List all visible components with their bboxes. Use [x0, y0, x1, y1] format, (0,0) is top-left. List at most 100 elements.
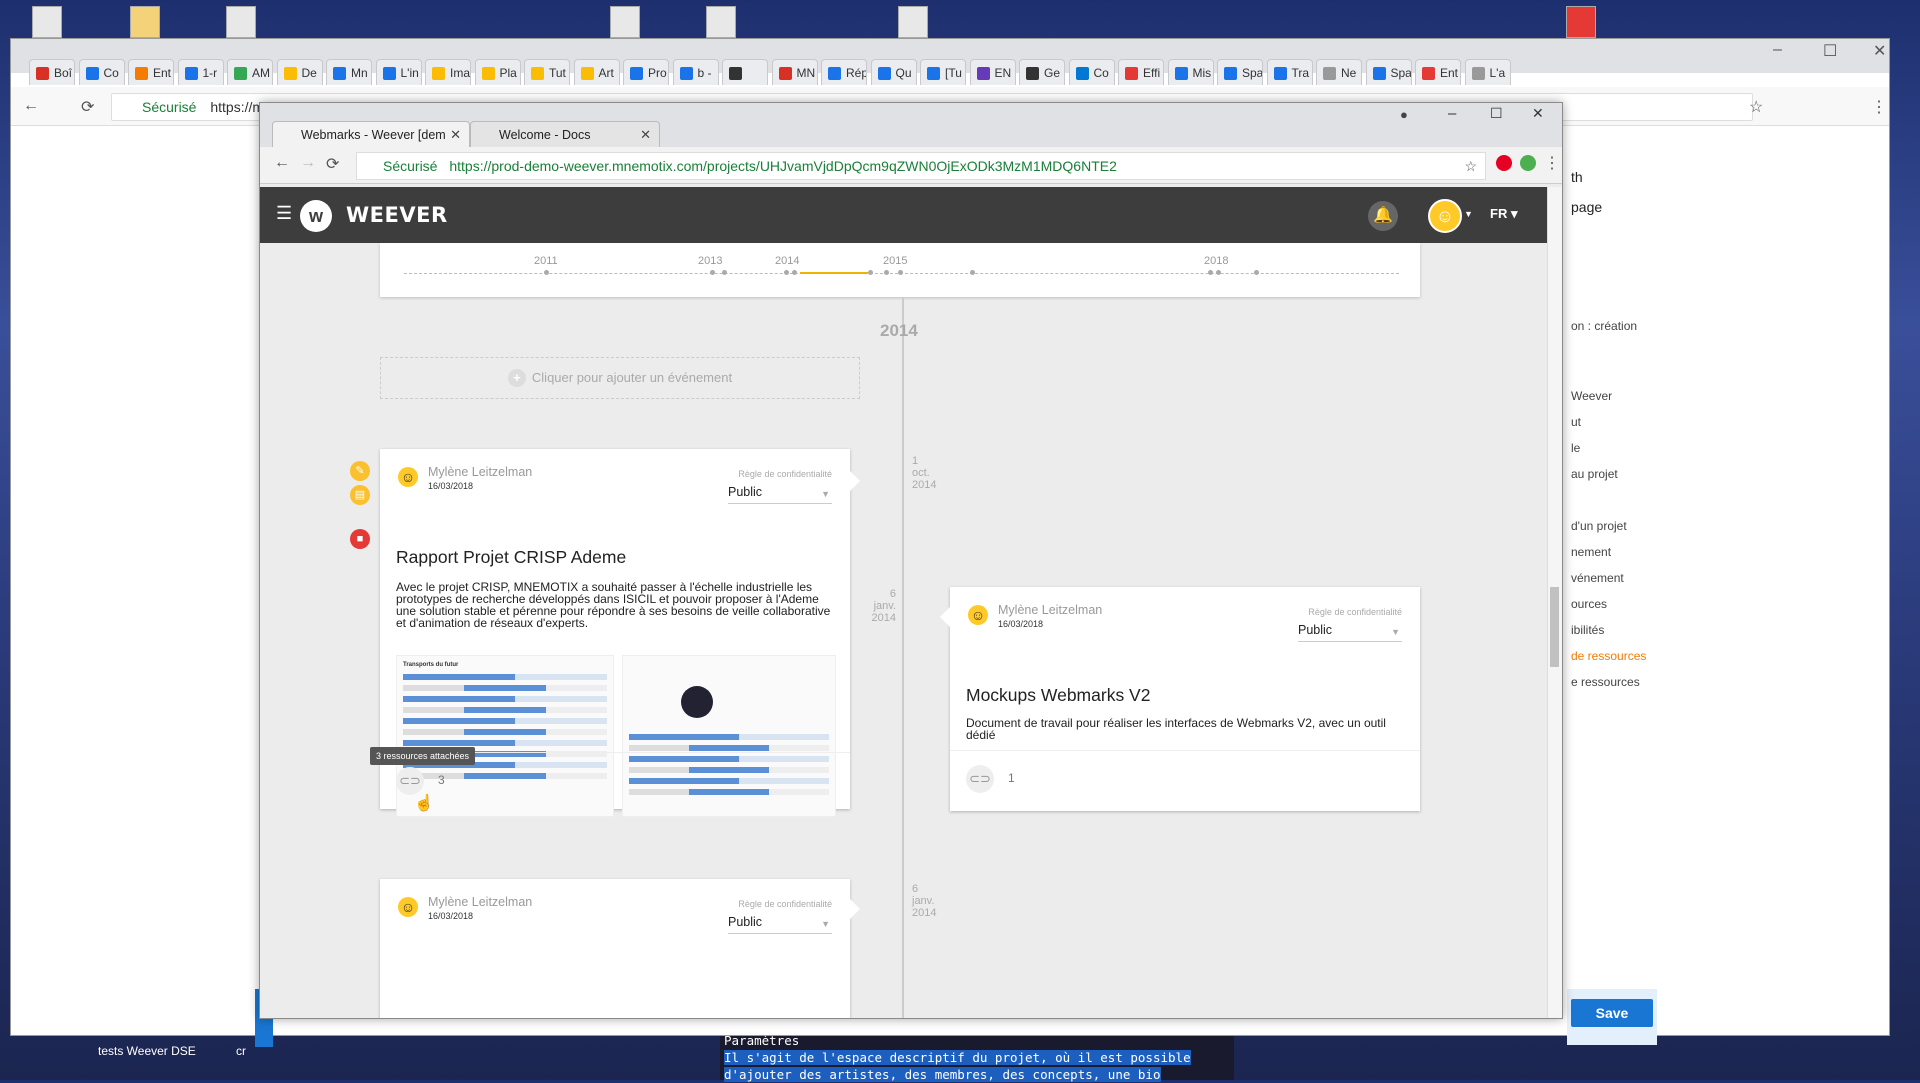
close-tab-icon[interactable]: ✕ — [640, 127, 651, 143]
privacy-select[interactable]: Public ▼ — [728, 485, 832, 504]
document-icon[interactable]: ▤ — [350, 485, 370, 505]
edit-icon[interactable]: ✎ — [350, 461, 370, 481]
right-panel-item[interactable]: nement — [1571, 545, 1611, 559]
reload-icon[interactable]: ⟳ — [326, 154, 339, 174]
user-avatar[interactable]: ☺ — [1428, 199, 1462, 233]
outer-tab[interactable] — [722, 59, 768, 85]
document-icon[interactable] — [226, 6, 256, 38]
timeline-point[interactable] — [868, 270, 873, 275]
privacy-select[interactable]: Public ▼ — [728, 915, 832, 934]
star-icon[interactable]: ☆ — [1464, 153, 1477, 179]
right-panel-item[interactable]: ources — [1571, 597, 1607, 611]
outer-tab[interactable]: Pla — [474, 59, 521, 85]
timeline-point[interactable] — [1254, 270, 1259, 275]
outer-tab[interactable]: Co — [78, 59, 125, 85]
timeline-point[interactable] — [784, 270, 789, 275]
taskbar-label[interactable]: tests Weever DSE — [98, 1044, 196, 1058]
document-icon[interactable] — [610, 6, 640, 38]
outer-tab[interactable]: Boî — [29, 59, 75, 85]
account-icon[interactable]: ● — [1400, 107, 1408, 122]
taskbar-label[interactable]: cr — [236, 1044, 246, 1058]
star-icon[interactable]: ☆ — [1749, 97, 1763, 117]
close-icon[interactable]: ✕ — [1532, 105, 1544, 122]
folder-icon[interactable] — [130, 6, 160, 38]
outer-tab[interactable]: Ge — [1019, 59, 1065, 85]
privacy-select[interactable]: Public ▼ — [1298, 623, 1402, 642]
timeline-point[interactable] — [544, 270, 549, 275]
outer-tab[interactable]: Spa — [1217, 59, 1263, 85]
back-icon[interactable]: ← — [274, 154, 290, 172]
right-panel-item[interactable]: on : création — [1571, 319, 1637, 333]
outer-tab[interactable]: 1-r — [177, 59, 224, 85]
attachment-icon[interactable]: ⊂⊃ — [396, 767, 424, 795]
timeline-point[interactable] — [1216, 270, 1221, 275]
outer-tab[interactable]: Ent — [128, 59, 174, 85]
tab-docs[interactable]: Welcome - Docs ✕ — [470, 121, 660, 147]
right-panel-item[interactable]: Weever — [1571, 389, 1612, 403]
inner-url-field[interactable]: Sécurisé https://prod-demo-weever.mnemot… — [356, 152, 1486, 180]
extension-icon[interactable] — [1520, 155, 1536, 171]
outer-tab[interactable]: AM — [227, 59, 273, 85]
document-icon[interactable] — [706, 6, 736, 38]
close-icon[interactable]: ✕ — [1873, 41, 1886, 61]
right-panel-item[interactable]: e ressources — [1571, 675, 1640, 689]
right-panel-item[interactable]: vénement — [1571, 571, 1624, 585]
maximize-icon[interactable]: ☐ — [1823, 41, 1837, 61]
event-card[interactable]: ☺ Mylène Leitzelman 16/03/2018 Règle de … — [380, 879, 850, 1018]
back-icon[interactable]: ← — [23, 97, 39, 115]
recycle-bin-icon[interactable] — [32, 6, 62, 38]
reload-icon[interactable]: ⟳ — [81, 97, 94, 117]
pdf-icon[interactable] — [1566, 6, 1596, 38]
weever-logo-icon[interactable]: w — [300, 200, 332, 232]
menu-icon[interactable]: ⋮ — [1871, 97, 1887, 117]
avatar-dropdown-icon[interactable]: ▼ — [1464, 209, 1473, 219]
outer-tab[interactable]: MN — [771, 59, 818, 85]
outer-tab[interactable]: Effi — [1118, 59, 1164, 85]
outer-tab[interactable]: De — [276, 59, 323, 85]
timeline-point[interactable] — [898, 270, 903, 275]
event-card[interactable]: ☺ Mylène Leitzelman 16/03/2018 Règle de … — [950, 587, 1420, 811]
hamburger-icon[interactable]: ☰ — [276, 203, 292, 224]
outer-tab[interactable]: EN — [969, 59, 1016, 85]
language-selector[interactable]: FR ▾ — [1490, 206, 1517, 222]
timeline-overview[interactable]: 2011 2013 2014 2015 2018 — [380, 243, 1420, 297]
outer-tab[interactable]: Art — [573, 59, 620, 85]
menu-icon[interactable]: ⋮ — [1544, 153, 1560, 173]
text-console[interactable]: Paramètres Il s'agit de l'espace descrip… — [720, 1032, 1234, 1082]
minimize-icon[interactable]: – — [1773, 41, 1782, 59]
delete-icon[interactable]: ■ — [350, 529, 370, 549]
outer-tab[interactable]: Qu — [870, 59, 917, 85]
save-button[interactable]: Save — [1571, 999, 1653, 1027]
timeline-point[interactable] — [710, 270, 715, 275]
outer-tab[interactable]: L'in — [375, 59, 422, 85]
outer-tab[interactable]: b - — [672, 59, 719, 85]
page-scrollbar[interactable] — [1547, 187, 1562, 1018]
document-icon[interactable] — [898, 6, 928, 38]
forward-icon[interactable]: → — [300, 154, 316, 172]
outer-tab[interactable]: Pro — [623, 59, 669, 85]
outer-tab[interactable]: Spa — [1365, 59, 1412, 85]
outer-tab[interactable]: Ne — [1316, 59, 1362, 85]
right-panel-item[interactable]: de ressources — [1571, 649, 1646, 663]
timeline-point[interactable] — [970, 270, 975, 275]
event-title[interactable]: Mockups Webmarks V2 — [966, 685, 1150, 706]
event-title[interactable]: Rapport Projet CRISP Ademe — [396, 547, 626, 568]
notification-bell-icon[interactable]: 🔔 — [1368, 201, 1398, 231]
right-panel-item[interactable]: d'un projet — [1571, 519, 1627, 533]
pinterest-icon[interactable] — [1496, 155, 1512, 171]
outer-tab[interactable]: Mis — [1167, 59, 1214, 85]
timeline-point[interactable] — [1208, 270, 1213, 275]
right-panel-item[interactable]: le — [1571, 441, 1580, 455]
outer-tab[interactable]: Co — [1068, 59, 1115, 85]
timeline-point[interactable] — [792, 270, 797, 275]
timeline-point[interactable] — [884, 270, 889, 275]
outer-tab[interactable]: Rép — [821, 59, 867, 85]
outer-tab[interactable]: Mn — [326, 59, 372, 85]
outer-tab[interactable]: L'a — [1464, 59, 1511, 85]
scrollbar-thumb[interactable] — [1550, 587, 1559, 667]
maximize-icon[interactable]: ☐ — [1490, 105, 1503, 122]
close-tab-icon[interactable]: ✕ — [450, 127, 461, 143]
right-panel-item[interactable]: ibilités — [1571, 623, 1604, 637]
outer-tab[interactable]: [Tu — [920, 59, 966, 85]
outer-tab[interactable]: Ima — [425, 59, 471, 85]
